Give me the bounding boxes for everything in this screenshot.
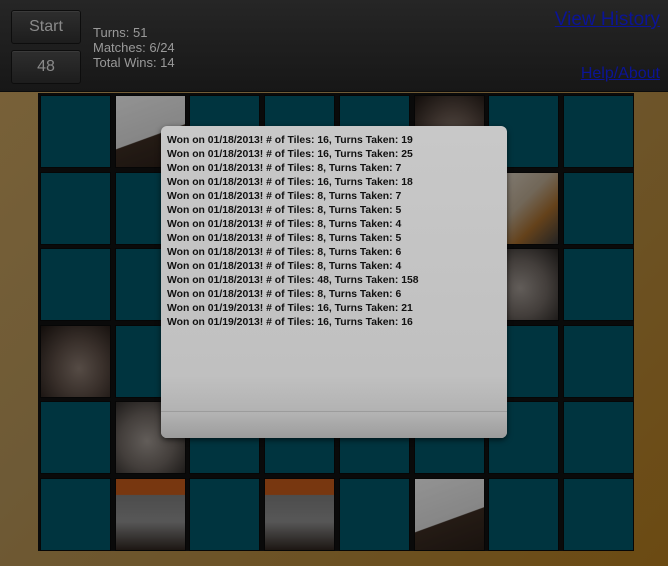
history-entry: Won on 01/18/2013! # of Tiles: 16, Turns… [167, 149, 413, 160]
start-button[interactable]: Start [11, 10, 81, 44]
history-entry: Won on 01/18/2013! # of Tiles: 8, Turns … [167, 289, 402, 300]
turns-counter: Turns: 51 [93, 25, 148, 40]
history-entry: Won on 01/18/2013! # of Tiles: 8, Turns … [167, 261, 402, 272]
history-entry: Won on 01/18/2013! # of Tiles: 16, Turns… [167, 135, 413, 146]
history-entry: Won on 01/18/2013! # of Tiles: 8, Turns … [167, 163, 402, 174]
top-bar: Start 48 Turns: 51 Matches: 6/24 Total W… [0, 0, 668, 92]
history-entry: Won on 01/18/2013! # of Tiles: 8, Turns … [167, 233, 402, 244]
history-entry: Won on 01/18/2013! # of Tiles: 8, Turns … [167, 191, 402, 202]
history-entry: Won on 01/18/2013! # of Tiles: 8, Turns … [167, 247, 402, 258]
total-wins-counter: Total Wins: 14 [93, 55, 175, 70]
history-list: Won on 01/18/2013! # of Tiles: 16, Turns… [167, 134, 419, 330]
history-entry: Won on 01/18/2013! # of Tiles: 48, Turns… [167, 275, 419, 286]
help-about-link[interactable]: Help/About [581, 65, 660, 83]
matches-counter: Matches: 6/24 [93, 40, 175, 55]
game-stats: Turns: 51 Matches: 6/24 Total Wins: 14 [93, 25, 175, 70]
history-entry: Won on 01/19/2013! # of Tiles: 16, Turns… [167, 303, 413, 314]
history-entry: Won on 01/18/2013! # of Tiles: 16, Turns… [167, 177, 413, 188]
history-entry: Won on 01/19/2013! # of Tiles: 16, Turns… [167, 317, 413, 328]
history-panel: Won on 01/18/2013! # of Tiles: 16, Turns… [161, 126, 507, 438]
view-history-link[interactable]: View History [555, 9, 660, 31]
history-entry: Won on 01/18/2013! # of Tiles: 8, Turns … [167, 205, 402, 216]
history-entry: Won on 01/18/2013! # of Tiles: 8, Turns … [167, 219, 402, 230]
history-panel-footer [161, 411, 507, 438]
tile-count-button[interactable]: 48 [11, 50, 81, 84]
